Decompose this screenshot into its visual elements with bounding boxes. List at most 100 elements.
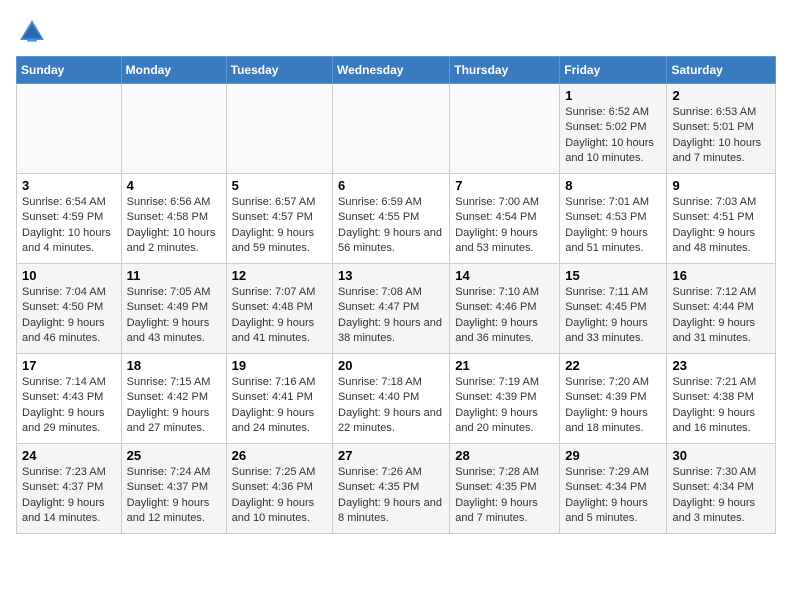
day-info: Sunrise: 7:23 AMSunset: 4:37 PMDaylight:…	[22, 465, 116, 527]
day-info: Sunrise: 7:25 AMSunset: 4:36 PMDaylight:…	[232, 465, 327, 527]
calendar-cell	[226, 84, 332, 174]
day-number: 2	[672, 88, 770, 103]
day-number: 7	[455, 178, 554, 193]
day-number: 28	[455, 448, 554, 463]
calendar-table: SundayMondayTuesdayWednesdayThursdayFrid…	[16, 56, 776, 534]
day-number: 10	[22, 268, 116, 283]
page-header	[16, 16, 776, 48]
calendar-cell: 26 Sunrise: 7:25 AMSunset: 4:36 PMDayligh…	[226, 444, 332, 534]
day-number: 16	[672, 268, 770, 283]
day-number: 1	[565, 88, 661, 103]
logo-icon	[16, 16, 48, 48]
day-info: Sunrise: 7:00 AMSunset: 4:54 PMDaylight:…	[455, 195, 554, 257]
column-header-sunday: Sunday	[17, 57, 122, 84]
day-info: Sunrise: 7:29 AMSunset: 4:34 PMDaylight:…	[565, 465, 661, 527]
column-header-wednesday: Wednesday	[333, 57, 450, 84]
day-info: Sunrise: 7:18 AMSunset: 4:40 PMDaylight:…	[338, 375, 444, 437]
calendar-week-5: 24 Sunrise: 7:23 AMSunset: 4:37 PMDayligh…	[17, 444, 776, 534]
day-number: 17	[22, 358, 116, 373]
day-info: Sunrise: 7:16 AMSunset: 4:41 PMDaylight:…	[232, 375, 327, 437]
calendar-week-2: 3 Sunrise: 6:54 AMSunset: 4:59 PMDaylight…	[17, 174, 776, 264]
day-info: Sunrise: 7:21 AMSunset: 4:38 PMDaylight:…	[672, 375, 770, 437]
day-info: Sunrise: 7:03 AMSunset: 4:51 PMDaylight:…	[672, 195, 770, 257]
calendar-cell: 4 Sunrise: 6:56 AMSunset: 4:58 PMDaylight…	[121, 174, 226, 264]
day-number: 9	[672, 178, 770, 193]
calendar-cell: 15 Sunrise: 7:11 AMSunset: 4:45 PMDayligh…	[560, 264, 667, 354]
calendar-cell	[450, 84, 560, 174]
day-number: 22	[565, 358, 661, 373]
calendar-cell	[333, 84, 450, 174]
calendar-cell: 23 Sunrise: 7:21 AMSunset: 4:38 PMDayligh…	[667, 354, 776, 444]
calendar-cell: 18Sunrise: 7:15 AMSunset: 4:42 PMDayligh…	[121, 354, 226, 444]
calendar-cell: 2Sunrise: 6:53 AMSunset: 5:01 PMDaylight…	[667, 84, 776, 174]
column-header-monday: Monday	[121, 57, 226, 84]
day-info: Sunrise: 7:07 AMSunset: 4:48 PMDaylight:…	[232, 285, 327, 347]
day-number: 8	[565, 178, 661, 193]
day-info: Sunrise: 7:20 AMSunset: 4:39 PMDaylight:…	[565, 375, 661, 437]
calendar-cell: 27Sunrise: 7:26 AMSunset: 4:35 PMDayligh…	[333, 444, 450, 534]
day-info: Sunrise: 7:08 AMSunset: 4:47 PMDaylight:…	[338, 285, 444, 347]
day-info: Sunrise: 6:56 AMSunset: 4:58 PMDaylight:…	[127, 195, 221, 257]
calendar-cell: 20 Sunrise: 7:18 AMSunset: 4:40 PMDayligh…	[333, 354, 450, 444]
day-number: 23	[672, 358, 770, 373]
day-info: Sunrise: 6:52 AMSunset: 5:02 PMDaylight:…	[565, 105, 661, 167]
calendar-cell: 21Sunrise: 7:19 AMSunset: 4:39 PMDayligh…	[450, 354, 560, 444]
calendar-cell: 14Sunrise: 7:10 AMSunset: 4:46 PMDayligh…	[450, 264, 560, 354]
calendar-cell: 12Sunrise: 7:07 AMSunset: 4:48 PMDayligh…	[226, 264, 332, 354]
calendar-cell: 22 Sunrise: 7:20 AMSunset: 4:39 PMDayligh…	[560, 354, 667, 444]
column-header-tuesday: Tuesday	[226, 57, 332, 84]
calendar-cell: 11Sunrise: 7:05 AMSunset: 4:49 PMDayligh…	[121, 264, 226, 354]
calendar-cell: 19 Sunrise: 7:16 AMSunset: 4:41 PMDayligh…	[226, 354, 332, 444]
day-number: 4	[127, 178, 221, 193]
day-info: Sunrise: 7:04 AMSunset: 4:50 PMDaylight:…	[22, 285, 116, 347]
day-info: Sunrise: 6:54 AMSunset: 4:59 PMDaylight:…	[22, 195, 116, 257]
day-number: 21	[455, 358, 554, 373]
calendar-cell: 9 Sunrise: 7:03 AMSunset: 4:51 PMDaylight…	[667, 174, 776, 264]
day-number: 20	[338, 358, 444, 373]
calendar-cell	[121, 84, 226, 174]
day-number: 6	[338, 178, 444, 193]
calendar-week-4: 17 Sunrise: 7:14 AMSunset: 4:43 PMDayligh…	[17, 354, 776, 444]
day-number: 26	[232, 448, 327, 463]
day-info: Sunrise: 7:28 AMSunset: 4:35 PMDaylight:…	[455, 465, 554, 527]
calendar-cell: 7 Sunrise: 7:00 AMSunset: 4:54 PMDaylight…	[450, 174, 560, 264]
day-number: 24	[22, 448, 116, 463]
column-header-thursday: Thursday	[450, 57, 560, 84]
day-number: 25	[127, 448, 221, 463]
day-info: Sunrise: 7:11 AMSunset: 4:45 PMDaylight:…	[565, 285, 661, 347]
day-number: 29	[565, 448, 661, 463]
calendar-cell: 16 Sunrise: 7:12 AMSunset: 4:44 PMDayligh…	[667, 264, 776, 354]
day-info: Sunrise: 7:01 AMSunset: 4:53 PMDaylight:…	[565, 195, 661, 257]
day-info: Sunrise: 7:14 AMSunset: 4:43 PMDaylight:…	[22, 375, 116, 437]
calendar-week-1: 1 Sunrise: 6:52 AMSunset: 5:02 PMDaylight…	[17, 84, 776, 174]
calendar-cell: 28 Sunrise: 7:28 AMSunset: 4:35 PMDayligh…	[450, 444, 560, 534]
calendar-cell: 8 Sunrise: 7:01 AMSunset: 4:53 PMDaylight…	[560, 174, 667, 264]
day-info: Sunrise: 7:05 AMSunset: 4:49 PMDaylight:…	[127, 285, 221, 347]
day-number: 27	[338, 448, 444, 463]
day-number: 15	[565, 268, 661, 283]
calendar-cell: 13 Sunrise: 7:08 AMSunset: 4:47 PMDayligh…	[333, 264, 450, 354]
day-number: 14	[455, 268, 554, 283]
day-number: 18	[127, 358, 221, 373]
day-info: Sunrise: 7:12 AMSunset: 4:44 PMDaylight:…	[672, 285, 770, 347]
calendar-cell: 25 Sunrise: 7:24 AMSunset: 4:37 PMDayligh…	[121, 444, 226, 534]
logo	[16, 16, 52, 48]
calendar-cell: 5Sunrise: 6:57 AMSunset: 4:57 PMDaylight…	[226, 174, 332, 264]
day-info: Sunrise: 7:24 AMSunset: 4:37 PMDaylight:…	[127, 465, 221, 527]
calendar-cell: 10 Sunrise: 7:04 AMSunset: 4:50 PMDayligh…	[17, 264, 122, 354]
column-header-friday: Friday	[560, 57, 667, 84]
calendar-body: 1 Sunrise: 6:52 AMSunset: 5:02 PMDaylight…	[17, 84, 776, 534]
calendar-cell: 24 Sunrise: 7:23 AMSunset: 4:37 PMDayligh…	[17, 444, 122, 534]
calendar-cell	[17, 84, 122, 174]
day-number: 13	[338, 268, 444, 283]
day-number: 30	[672, 448, 770, 463]
calendar-cell: 17 Sunrise: 7:14 AMSunset: 4:43 PMDayligh…	[17, 354, 122, 444]
day-number: 19	[232, 358, 327, 373]
calendar-cell: 1 Sunrise: 6:52 AMSunset: 5:02 PMDaylight…	[560, 84, 667, 174]
day-info: Sunrise: 6:59 AMSunset: 4:55 PMDaylight:…	[338, 195, 444, 257]
day-number: 3	[22, 178, 116, 193]
calendar-week-3: 10 Sunrise: 7:04 AMSunset: 4:50 PMDayligh…	[17, 264, 776, 354]
day-number: 5	[232, 178, 327, 193]
calendar-cell: 3 Sunrise: 6:54 AMSunset: 4:59 PMDaylight…	[17, 174, 122, 264]
calendar-cell: 30Sunrise: 7:30 AMSunset: 4:34 PMDayligh…	[667, 444, 776, 534]
